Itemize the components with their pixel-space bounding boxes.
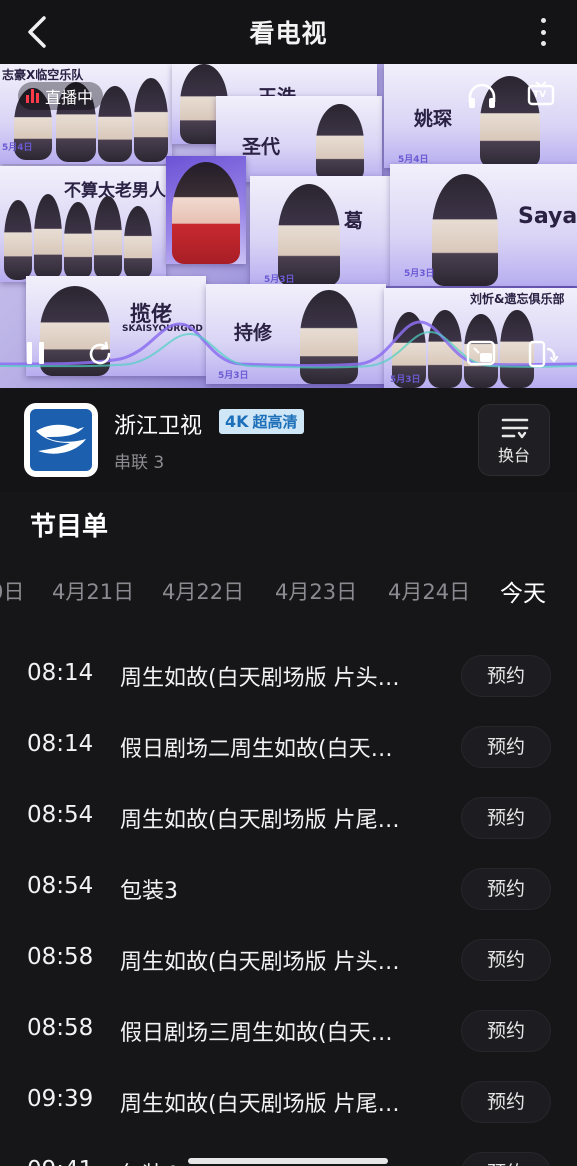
live-label: 直播中: [45, 88, 94, 107]
poster-card: 不算太老男人: [0, 166, 166, 282]
reserve-button[interactable]: 预约: [461, 797, 551, 839]
tv-cast-button[interactable]: TV: [527, 80, 555, 110]
poster-card: [166, 156, 246, 264]
poster-name: 不算太老男人: [64, 181, 166, 201]
more-options-icon[interactable]: [535, 14, 551, 50]
refresh-icon[interactable]: [86, 340, 114, 368]
reserve-button[interactable]: 预约: [461, 1081, 551, 1123]
poster-name: 圣代: [242, 136, 281, 158]
poster-card: 葛 5月3日: [250, 176, 390, 286]
poster-name: 葛: [344, 210, 364, 232]
program-time: 08:14: [27, 731, 94, 757]
live-bars-icon: [26, 89, 39, 103]
home-indicator[interactable]: [188, 1158, 388, 1164]
program-row[interactable]: 08:54 周生如故(白天剧场版 片尾… 预约: [0, 782, 577, 853]
channel-name: 浙江卫视: [114, 414, 203, 439]
channel-info: 浙江卫视 4K 超高清 串联 3 换台: [0, 388, 577, 492]
program-title: 周生如故(白天剧场版 片头…: [120, 950, 400, 975]
channel-logo: [24, 403, 98, 477]
reserve-button[interactable]: 预约: [461, 939, 551, 981]
headphones-icon[interactable]: [466, 82, 498, 110]
date-tab[interactable]: 4月24日: [388, 576, 470, 606]
date-tab[interactable]: 4月22日: [162, 576, 244, 606]
date-tab-today[interactable]: 今天: [500, 574, 546, 608]
program-row[interactable]: 08:14 周生如故(白天剧场版 片头… 预约: [0, 640, 577, 711]
program-time: 09:39: [27, 1086, 94, 1112]
program-row[interactable]: 09:39 周生如故(白天剧场版 片尾… 预约: [0, 1066, 577, 1137]
switch-channel-label: 换台: [497, 446, 530, 465]
program-time: 08:58: [27, 944, 94, 970]
reserve-button[interactable]: 预约: [461, 726, 551, 768]
program-title: 假日剧场二周生如故(白天…: [120, 737, 393, 762]
poster-name: Saya: [518, 204, 577, 229]
page-title: 看电视: [249, 19, 328, 48]
reserve-button[interactable]: 预约: [461, 655, 551, 697]
date-tab[interactable]: 0日: [0, 576, 24, 606]
program-time: 08:58: [27, 1015, 94, 1041]
program-row[interactable]: 08:54 包装3 预约: [0, 853, 577, 924]
switch-channel-button[interactable]: 换台: [478, 404, 550, 476]
poster-card: Saya 5月3日: [390, 164, 577, 286]
poster-name: 志豪X临空乐队: [2, 68, 84, 82]
reserve-button[interactable]: 预约: [461, 1152, 551, 1166]
list-icon: [501, 418, 529, 439]
schedule-title: 节目单: [30, 512, 109, 542]
poster-card: 志豪X临空乐队 5月4日: [0, 64, 172, 164]
program-time: 08:54: [27, 873, 94, 899]
poster-date: 5月4日: [2, 143, 33, 153]
pause-icon[interactable]: [24, 340, 48, 366]
program-title: 假日剧场三周生如故(白天…: [120, 1021, 393, 1046]
top-bar: 看电视: [0, 0, 577, 64]
date-tab[interactable]: 4月21日: [52, 576, 134, 606]
program-title: 包装3: [120, 879, 178, 904]
program-title: 周生如故(白天剧场版 片尾…: [120, 1092, 400, 1117]
video-player[interactable]: 志豪X临空乐队 5月4日 王浩 圣代 姚琛 5月4日 不算太老男人: [0, 64, 577, 388]
date-tabs: 0日 4月21日 4月22日 4月23日 4月24日 今天: [0, 572, 577, 612]
live-badge: 直播中: [18, 82, 104, 110]
tv-label: TV: [533, 90, 547, 100]
app-screen: 看电视 志豪X临空乐队 5月4日 王浩 圣代 姚琛 5月4日 不算太老男人: [0, 0, 577, 1166]
reserve-button[interactable]: 预约: [461, 1010, 551, 1052]
uhd-badge: 4K 超高清: [219, 409, 304, 434]
program-time: 09:41: [27, 1157, 93, 1166]
program-row[interactable]: 08:14 假日剧场二周生如故(白天… 预约: [0, 711, 577, 782]
badge-text: 超高清: [252, 413, 298, 431]
picture-in-picture-icon[interactable]: [466, 340, 498, 368]
poster-date: 5月3日: [404, 269, 435, 279]
rotate-screen-icon[interactable]: [527, 340, 559, 368]
poster-name: 姚琛: [414, 108, 453, 130]
program-title: 周生如故(白天剧场版 片头…: [120, 666, 400, 691]
program-time: 08:54: [27, 802, 94, 828]
program-time: 08:14: [27, 660, 94, 686]
date-tab[interactable]: 4月23日: [275, 576, 357, 606]
program-row[interactable]: 08:58 周生如故(白天剧场版 片头… 预约: [0, 924, 577, 995]
channel-subtitle: 串联 3: [114, 453, 165, 473]
badge-4k: 4K: [225, 412, 249, 431]
program-title: 周生如故(白天剧场版 片尾…: [120, 808, 400, 833]
reserve-button[interactable]: 预约: [461, 868, 551, 910]
program-row[interactable]: 08:58 假日剧场三周生如故(白天… 预约: [0, 995, 577, 1066]
